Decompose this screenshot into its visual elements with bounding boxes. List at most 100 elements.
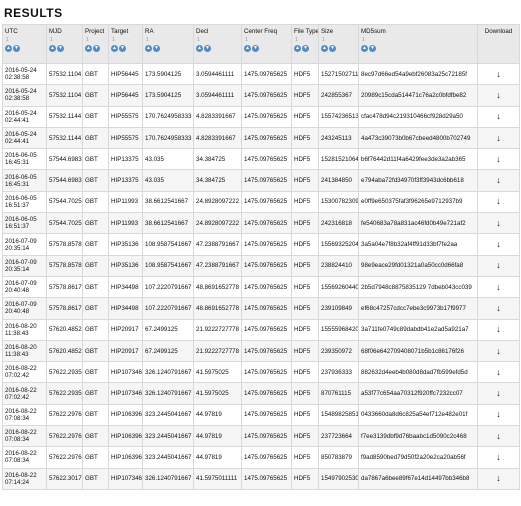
cell-decl: 34.384725 [193, 169, 242, 192]
column-header-sup: 1 [197, 37, 200, 43]
sort-ascending-icon[interactable]: ▲ [361, 45, 368, 52]
download-arrow-icon[interactable]: ↓ [496, 431, 501, 441]
download-arrow-icon[interactable]: ↓ [496, 409, 501, 419]
cell-download: ↓ [477, 275, 520, 299]
cell-project: GBT [82, 254, 109, 277]
cell-decl: 21.9222727778 [193, 318, 242, 341]
cell-freq: 1475.09765625 [241, 169, 292, 192]
cell-freq: 1475.09765625 [241, 126, 292, 150]
cell-utc: 2016-06-05 16:51:37 [2, 212, 47, 235]
sort-ascending-icon[interactable]: ▲ [85, 45, 92, 52]
download-arrow-icon[interactable]: ↓ [496, 175, 501, 185]
download-arrow-icon[interactable]: ↓ [496, 133, 501, 143]
column-header-sup: 1 [50, 37, 53, 43]
column-header-file-type[interactable]: File Type 1 ▲ ▼ [291, 24, 319, 64]
column-header-project[interactable]: Project 1 ▲ ▼ [82, 24, 109, 64]
cell-ra: 107.2220791667 [142, 297, 194, 320]
column-header-target[interactable]: Target 1 ▲ ▼ [108, 24, 143, 64]
cell-freq: 1475.09765625 [241, 233, 292, 256]
cell-utc-date: 2016-06-05 [5, 152, 37, 160]
sort-descending-icon[interactable]: ▼ [204, 45, 211, 52]
cell-decl: 48.8691652778 [193, 297, 242, 320]
sort-ascending-icon[interactable]: ▲ [5, 45, 12, 52]
cell-project: GBT [82, 275, 109, 299]
sort-ascending-icon[interactable]: ▲ [196, 45, 203, 52]
download-arrow-icon[interactable]: ↓ [496, 69, 501, 79]
download-arrow-icon[interactable]: ↓ [496, 90, 501, 100]
download-arrow-icon[interactable]: ↓ [496, 154, 501, 164]
column-header-label: Project [85, 28, 105, 35]
cell-target: HIP34498 [108, 297, 143, 320]
cell-decl: 4.8283391667 [193, 126, 242, 150]
table-row: 2016-06-05 16:45:31 57544.6983 GBT HIP13375 4… [2, 169, 520, 192]
sort-ascending-icon[interactable]: ▲ [49, 45, 56, 52]
download-arrow-icon[interactable]: ↓ [496, 367, 501, 377]
column-header-mjd[interactable]: MJD 1 ▲ ▼ [46, 24, 83, 64]
cell-download: ↓ [477, 339, 520, 363]
download-arrow-icon[interactable]: ↓ [496, 346, 501, 356]
download-arrow-icon[interactable]: ↓ [496, 196, 501, 206]
sort-ascending-icon[interactable]: ▲ [294, 45, 301, 52]
sort-descending-icon[interactable]: ▼ [369, 45, 376, 52]
sort-ascending-icon[interactable]: ▲ [321, 45, 328, 52]
cell-utc-time: 02:38:58 [5, 74, 30, 82]
column-header-md5sum[interactable]: MD5sum 1 ▲ ▼ [358, 24, 478, 64]
cell-download: ↓ [477, 446, 520, 469]
cell-project: GBT [82, 425, 109, 448]
cell-ra: 173.5904125 [142, 62, 194, 86]
column-header-center-freq[interactable]: Center Freq 1 ▲ ▼ [241, 24, 292, 64]
download-arrow-icon[interactable]: ↓ [496, 388, 501, 398]
download-arrow-icon[interactable]: ↓ [496, 324, 501, 334]
download-arrow-icon[interactable]: ↓ [496, 239, 501, 249]
sort-descending-icon[interactable]: ▼ [119, 45, 126, 52]
cell-utc-date: 2016-08-22 [5, 365, 37, 373]
download-arrow-icon[interactable]: ↓ [496, 473, 501, 483]
cell-ftype: HDF5 [291, 446, 319, 469]
cell-mjd: 57578.8578 [46, 254, 83, 277]
column-header-size[interactable]: Size 1 ▲ ▼ [318, 24, 359, 64]
sort-descending-icon[interactable]: ▼ [57, 45, 64, 52]
cell-md5: 3a711fe0749c89dabdb41e2ad5a921a7 [358, 318, 478, 341]
download-arrow-icon[interactable]: ↓ [496, 303, 501, 313]
cell-utc-date: 2016-08-22 [5, 450, 37, 458]
cell-decl: 41.5975025 [193, 382, 242, 405]
cell-utc: 2016-06-05 16:45:31 [2, 169, 47, 192]
sort-descending-icon[interactable]: ▼ [252, 45, 259, 52]
sort-controls: ▲ ▼ [196, 45, 239, 52]
cell-project: GBT [82, 212, 109, 235]
cell-md5: 98e9eace29fd01321a0a50cc0d66fa8 [358, 254, 478, 277]
sort-ascending-icon[interactable]: ▲ [244, 45, 251, 52]
column-header-ra[interactable]: RA 1 ▲ ▼ [142, 24, 194, 64]
download-arrow-icon[interactable]: ↓ [496, 218, 501, 228]
sort-descending-icon[interactable]: ▼ [329, 45, 336, 52]
cell-size: 15281521064 [318, 148, 359, 171]
cell-mjd: 57578.8617 [46, 275, 83, 299]
sort-descending-icon[interactable]: ▼ [13, 45, 20, 52]
column-header-sup: 1 [322, 37, 325, 43]
cell-ra: 326.1240791667 [142, 361, 194, 384]
download-arrow-icon[interactable]: ↓ [496, 111, 501, 121]
download-arrow-icon[interactable]: ↓ [496, 260, 501, 270]
sort-ascending-icon[interactable]: ▲ [111, 45, 118, 52]
cell-ra: 326.1240791667 [142, 467, 194, 490]
cell-mjd: 57532.1104 [46, 62, 83, 86]
cell-ftype: HDF5 [291, 62, 319, 86]
cell-utc-time: 02:38:58 [5, 95, 30, 103]
column-header-utc[interactable]: UTC 1 ▲ ▼ [2, 24, 47, 64]
cell-ftype: HDF5 [291, 382, 319, 405]
cell-utc: 2016-07-09 20:40:48 [2, 275, 47, 299]
sort-descending-icon[interactable]: ▼ [302, 45, 309, 52]
sort-controls: ▲ ▼ [49, 45, 80, 52]
sort-ascending-icon[interactable]: ▲ [145, 45, 152, 52]
download-arrow-icon[interactable]: ↓ [496, 452, 501, 462]
cell-utc-date: 2016-05-24 [5, 131, 37, 139]
cell-project: GBT [82, 148, 109, 171]
cell-utc: 2016-08-22 07:14:24 [2, 467, 47, 490]
sort-descending-icon[interactable]: ▼ [93, 45, 100, 52]
sort-descending-icon[interactable]: ▼ [153, 45, 160, 52]
column-header-decl[interactable]: Decl 1 ▲ ▼ [193, 24, 242, 64]
download-arrow-icon[interactable]: ↓ [496, 282, 501, 292]
cell-utc-time: 07:08:34 [5, 457, 30, 465]
table-row: 2016-05-24 02:38:58 57532.1104 GBT HIP56445 1… [2, 84, 520, 107]
cell-download: ↓ [477, 361, 520, 384]
